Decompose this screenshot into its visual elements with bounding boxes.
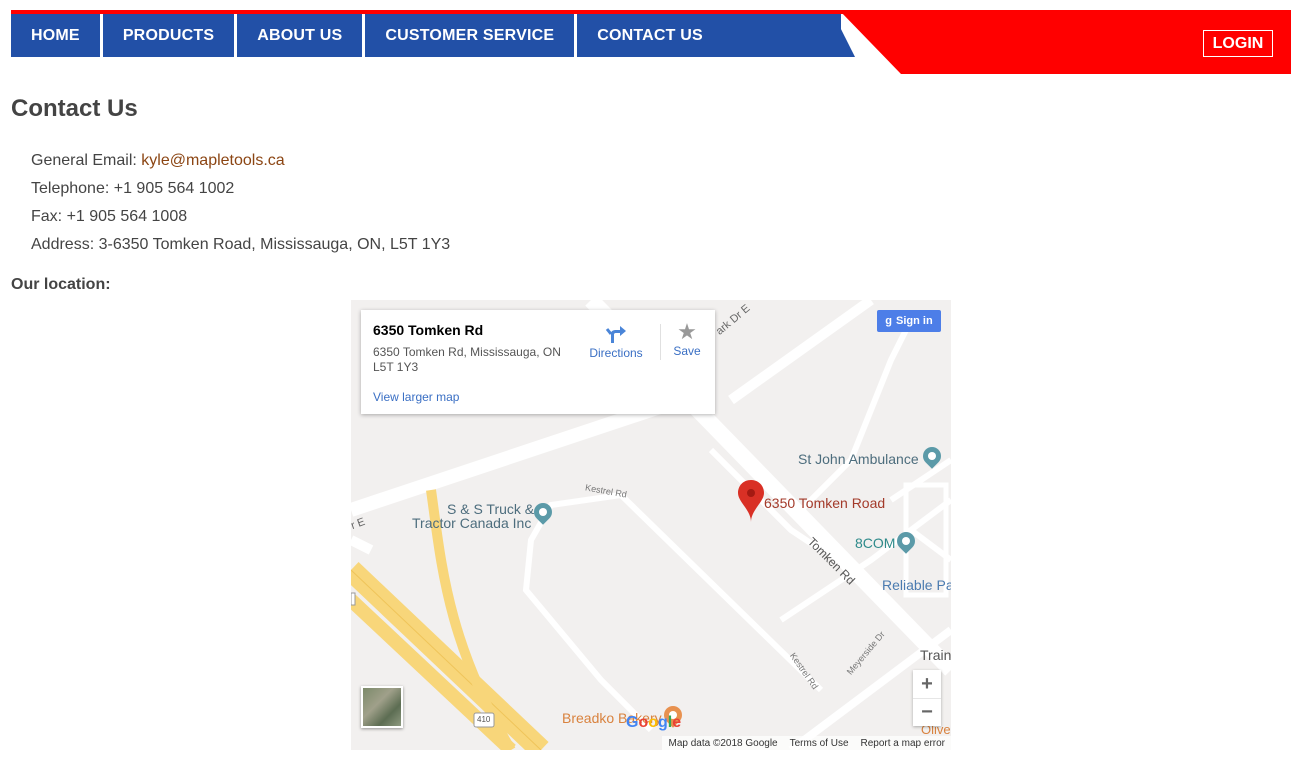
report-error-link[interactable]: Report a map error bbox=[861, 738, 945, 749]
place-title: 6350 Tomken Rd bbox=[373, 322, 484, 338]
location-marker-icon[interactable] bbox=[738, 480, 764, 522]
satellite-toggle[interactable] bbox=[361, 686, 403, 728]
terms-link[interactable]: Terms of Use bbox=[790, 738, 849, 749]
nav-customer-service[interactable]: CUSTOMER SERVICE bbox=[365, 14, 575, 57]
highway-shield-410: 410 bbox=[477, 715, 491, 724]
page-title: Contact Us bbox=[11, 95, 138, 122]
email-link[interactable]: kyle@mapletools.ca bbox=[141, 152, 284, 169]
poi-train-label[interactable]: Train bbox=[920, 647, 951, 663]
google-logo: Google bbox=[626, 714, 682, 731]
view-larger-map-link[interactable]: View larger map bbox=[373, 390, 459, 404]
save-button[interactable]: ★ Save bbox=[661, 319, 713, 359]
poi-st-john-label[interactable]: St John Ambulance bbox=[798, 451, 919, 467]
location-heading: Our location: bbox=[11, 276, 111, 293]
contact-details: General Email: kyle@mapletools.ca Teleph… bbox=[31, 147, 450, 259]
nav-home[interactable]: HOME bbox=[11, 14, 100, 57]
place-address: 6350 Tomken Rd, Mississauga, ON L5T 1Y3 bbox=[373, 345, 561, 374]
directions-label: Directions bbox=[589, 346, 643, 360]
login-button[interactable]: LOGIN bbox=[1203, 30, 1273, 57]
zoom-in-button[interactable]: + bbox=[913, 670, 941, 698]
zoom-control: + − bbox=[913, 670, 941, 726]
star-icon: ★ bbox=[677, 319, 697, 344]
poi-8com-label[interactable]: 8COM bbox=[855, 535, 895, 551]
nav-products[interactable]: PRODUCTS bbox=[102, 14, 235, 57]
sign-in-button[interactable]: g Sign in bbox=[877, 310, 941, 332]
place-info-card: 6350 Tomken Rd 6350 Tomken Rd, Mississau… bbox=[361, 310, 715, 414]
poi-truck-label-line2[interactable]: Tractor Canada Inc bbox=[412, 515, 531, 531]
main-nav: HOME PRODUCTS ABOUT US CUSTOMER SERVICE … bbox=[11, 14, 726, 57]
directions-icon bbox=[605, 326, 626, 343]
fax-line: Fax: +1 905 564 1008 bbox=[31, 208, 188, 225]
site-header: HOME PRODUCTS ABOUT US CUSTOMER SERVICE … bbox=[11, 10, 1291, 74]
google-plus-icon: g bbox=[885, 315, 893, 327]
map-attribution: Map data ©2018 Google Terms of Use Repor… bbox=[662, 736, 951, 750]
zoom-out-button[interactable]: − bbox=[913, 698, 941, 726]
address-line: Address: 3-6350 Tomken Road, Mississauga… bbox=[31, 236, 451, 253]
save-label: Save bbox=[673, 344, 701, 358]
sign-in-label: Sign in bbox=[896, 315, 933, 327]
nav-about-us[interactable]: ABOUT US bbox=[237, 14, 363, 57]
directions-button[interactable]: Directions bbox=[586, 320, 646, 360]
telephone-line: Telephone: +1 905 564 1002 bbox=[31, 180, 235, 197]
marker-label: 6350 Tomken Road bbox=[764, 495, 886, 511]
email-line: General Email: kyle@mapletools.ca bbox=[31, 147, 450, 175]
map-data-text: Map data ©2018 Google bbox=[668, 737, 778, 749]
nav-contact-us[interactable]: CONTACT US bbox=[577, 14, 723, 57]
email-label: General Email: bbox=[31, 152, 137, 169]
poi-reliable-label[interactable]: Reliable Pa bbox=[882, 577, 951, 593]
embedded-map[interactable]: ark Dr E r E Kestrel Rd Kestrel Rd Tomke… bbox=[351, 300, 951, 750]
